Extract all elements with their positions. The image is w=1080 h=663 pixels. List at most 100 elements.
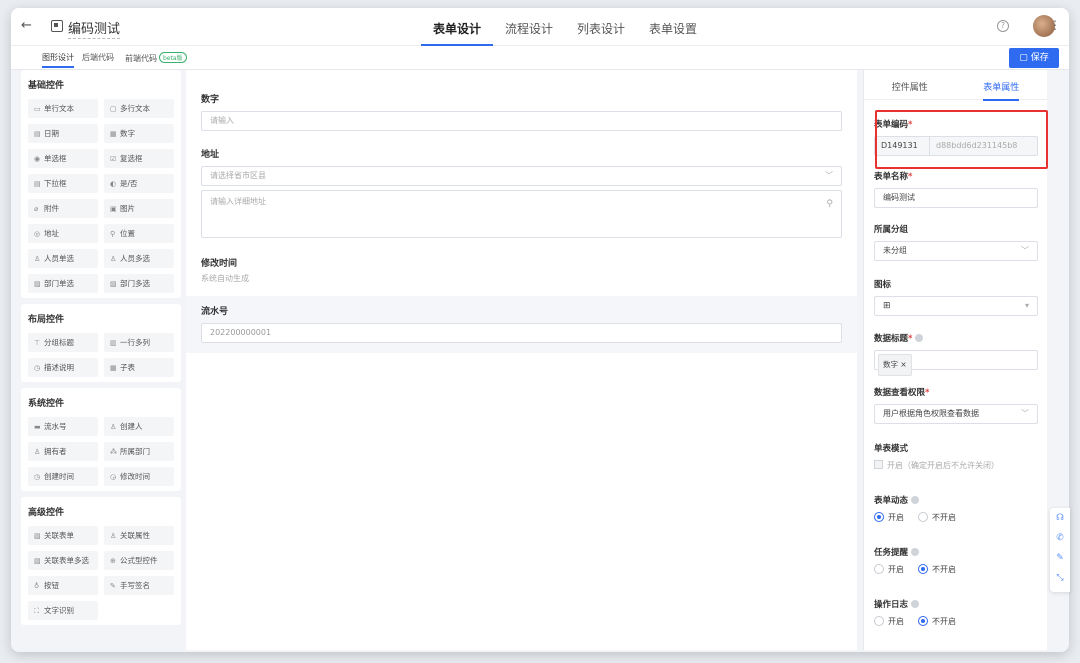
radio-on[interactable]: 开启 bbox=[874, 512, 904, 523]
radio-off[interactable]: 不开启 bbox=[918, 512, 956, 523]
headset-icon[interactable]: ☊ bbox=[1050, 508, 1070, 528]
group-select[interactable]: 未分组 ﹀ bbox=[874, 241, 1038, 261]
radio-on[interactable]: 开启 bbox=[874, 616, 904, 627]
label-text: 数据查看权限 bbox=[874, 388, 926, 398]
subtab-frontend-code[interactable]: 前端代码 beta版 bbox=[125, 52, 187, 64]
collapse-icon[interactable]: ⤡ bbox=[1050, 568, 1070, 588]
canvas-field-serial[interactable]: 流水号 202200000001 bbox=[186, 296, 857, 353]
view-permission-select[interactable]: 用户根据角色权限查看数据 ﹀ bbox=[874, 404, 1038, 424]
prop-icon: 图标 ⊞ ▾ bbox=[864, 278, 1048, 316]
palette-control[interactable]: ◷ 创建时间 bbox=[28, 467, 98, 486]
control-label: 按钮 bbox=[44, 581, 59, 590]
palette-control[interactable]: ▤ 下拉框 bbox=[28, 174, 98, 193]
palette-control[interactable]: ⊤ 分组标题 bbox=[28, 333, 98, 352]
tab-form-settings[interactable]: 表单设置 bbox=[637, 8, 709, 46]
palette-control[interactable]: ▨ 部门单选 bbox=[28, 274, 98, 293]
save-button[interactable]: ▢ 保存 bbox=[1009, 48, 1059, 68]
control-label: 人员多选 bbox=[120, 254, 150, 263]
help-circle-icon[interactable] bbox=[911, 600, 920, 608]
palette-control[interactable]: ◷ 描述说明 bbox=[28, 358, 98, 377]
palette-control[interactable]: ♙ 人员多选 bbox=[104, 249, 174, 268]
canvas-field-number[interactable]: 数字 请输入 bbox=[186, 70, 857, 131]
palette-control[interactable]: ▢ 多行文本 bbox=[104, 99, 174, 118]
form-canvas[interactable]: 数字 请输入 地址 请选择省市区县 ﹀ 请输入详细地址 ⚲ 修改时间 系统自动生成 … bbox=[186, 70, 857, 650]
tab-list-design[interactable]: 列表设计 bbox=[565, 8, 637, 46]
field-label: 修改时间 bbox=[201, 259, 238, 269]
form-name-input[interactable]: 编码测试 bbox=[874, 188, 1038, 208]
palette-control[interactable]: ◎ 地址 bbox=[28, 224, 98, 243]
tab-form-design[interactable]: 表单设计 bbox=[421, 8, 494, 46]
field-label: 地址 bbox=[201, 150, 220, 160]
palette-group-title: 高级控件 bbox=[28, 508, 65, 518]
address-detail-input[interactable]: 请输入详细地址 ⚲ bbox=[201, 190, 842, 238]
subtab-backend-code[interactable]: 后端代码 bbox=[82, 52, 114, 63]
palette-control[interactable]: ✎ 手写签名 bbox=[104, 576, 174, 595]
palette-grid: ⊤ 分组标题 ▥ 一行多列 ◷ 描述说明 ▦ 子表 bbox=[28, 333, 174, 377]
subtab-graphic-design[interactable]: 图形设计 bbox=[42, 52, 74, 68]
help-circle-icon[interactable] bbox=[915, 334, 924, 342]
palette-control[interactable]: ⚲ 位置 bbox=[104, 224, 174, 243]
palette-control[interactable]: ▥ 一行多列 bbox=[104, 333, 174, 352]
single-mode-checkbox[interactable]: 开启（确定开启后不允许关闭） bbox=[874, 460, 1038, 471]
control-label: 关联属性 bbox=[120, 531, 150, 540]
palette-control[interactable]: ⁂ 所属部门 bbox=[104, 442, 174, 461]
phone-icon[interactable]: ✆ bbox=[1050, 528, 1070, 548]
palette-control[interactable]: ⊕ 公式型控件 bbox=[104, 551, 174, 570]
edit-icon[interactable]: ✎ bbox=[1050, 548, 1070, 568]
help-circle-icon[interactable] bbox=[911, 548, 920, 556]
tab-flow-design[interactable]: 流程设计 bbox=[493, 8, 565, 46]
palette-control[interactable]: ⛶ 文字识别 bbox=[28, 601, 98, 620]
tab-form-props[interactable]: 表单属性 bbox=[956, 70, 1048, 101]
prop-single-mode: 单表模式 开启（确定开启后不允许关闭） bbox=[864, 442, 1048, 471]
palette-control[interactable]: ▦ 数字 bbox=[104, 124, 174, 143]
palette-control[interactable]: ▧ 关联表单多选 bbox=[28, 551, 98, 570]
data-title-input[interactable]: 数字 × bbox=[874, 350, 1038, 376]
label-text: 表单动态 bbox=[874, 496, 909, 506]
data-title-tag[interactable]: 数字 × bbox=[878, 354, 912, 376]
help-icon[interactable]: ? bbox=[997, 20, 1009, 32]
serial-input[interactable]: 202200000001 bbox=[201, 323, 842, 343]
palette-control[interactable]: ▣ 图片 bbox=[104, 199, 174, 218]
palette-control[interactable]: ◉ 单选框 bbox=[28, 149, 98, 168]
palette-control[interactable]: ♙ 人员单选 bbox=[28, 249, 98, 268]
label-text: 表单名称 bbox=[874, 172, 909, 182]
palette-control[interactable]: ⌀ 附件 bbox=[28, 199, 98, 218]
control-icon: ▥ bbox=[110, 339, 117, 347]
palette-control[interactable]: ▧ 关联表单 bbox=[28, 526, 98, 545]
app-title[interactable]: 编码测试 bbox=[68, 18, 121, 39]
radio-off[interactable]: 不开启 bbox=[918, 564, 956, 575]
radio-dot bbox=[874, 512, 884, 522]
palette-control[interactable]: ▬ 流水号 bbox=[28, 417, 98, 436]
palette-control[interactable]: ♙ 关联属性 bbox=[104, 526, 174, 545]
palette-control[interactable]: ◶ 修改时间 bbox=[104, 467, 174, 486]
required-mark: * bbox=[925, 388, 930, 398]
radio-on[interactable]: 开启 bbox=[874, 564, 904, 575]
palette-control[interactable]: ▨ 部门多选 bbox=[104, 274, 174, 293]
number-input[interactable]: 请输入 bbox=[201, 111, 842, 131]
prop-data-title: 数据标题* 数字 × bbox=[864, 332, 1048, 376]
canvas-field-address[interactable]: 地址 请选择省市区县 ﹀ 请输入详细地址 ⚲ bbox=[186, 131, 857, 238]
control-label: 拥有者 bbox=[44, 447, 67, 456]
control-label: 图片 bbox=[120, 204, 135, 213]
more-icon[interactable]: ⋮ bbox=[1049, 18, 1061, 32]
region-select[interactable]: 请选择省市区县 ﹀ bbox=[201, 166, 842, 186]
palette-control[interactable]: ▭ 单行文本 bbox=[28, 99, 98, 118]
canvas-field-modified-time[interactable]: 修改时间 系统自动生成 bbox=[186, 238, 857, 284]
palette-control[interactable]: ◐ 是/否 bbox=[104, 174, 174, 193]
palette-control[interactable]: ▦ 子表 bbox=[104, 358, 174, 377]
palette-control[interactable]: ♙ 拥有者 bbox=[28, 442, 98, 461]
help-circle-icon[interactable] bbox=[911, 496, 920, 504]
back-arrow-icon[interactable]: ← bbox=[21, 18, 32, 33]
tab-label: 控件属性 bbox=[891, 83, 928, 93]
control-label: 关联表单多选 bbox=[44, 556, 89, 565]
icon-select[interactable]: ⊞ ▾ bbox=[874, 296, 1038, 316]
palette-control[interactable]: ♙ 创建人 bbox=[104, 417, 174, 436]
tab-control-props[interactable]: 控件属性 bbox=[864, 70, 956, 99]
palette-control[interactable]: ▤ 日期 bbox=[28, 124, 98, 143]
palette-control[interactable]: ☑ 复选框 bbox=[104, 149, 174, 168]
palette-control[interactable]: ♁ 按钮 bbox=[28, 576, 98, 595]
palette-group-title: 系统控件 bbox=[28, 399, 65, 409]
control-icon: ♙ bbox=[110, 532, 117, 540]
select-value: 未分组 bbox=[883, 246, 907, 255]
radio-off[interactable]: 不开启 bbox=[918, 616, 956, 627]
